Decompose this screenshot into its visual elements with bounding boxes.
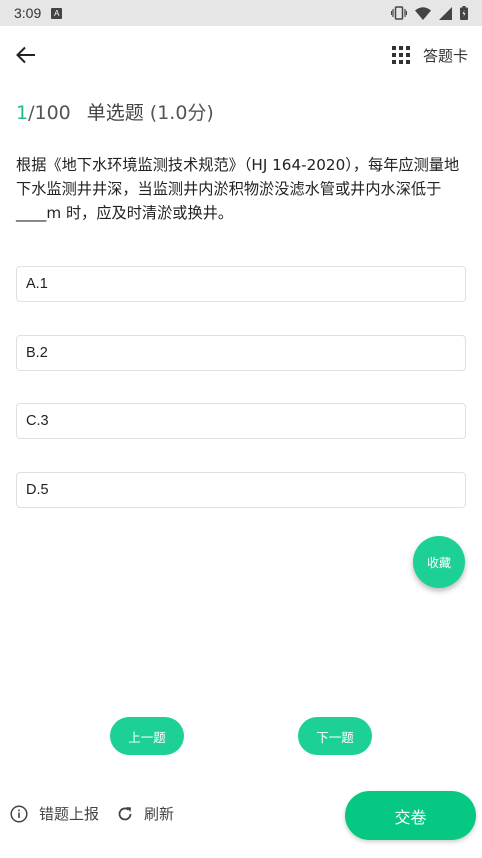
- question-current-number: 1: [16, 102, 29, 124]
- refresh-icon: [117, 806, 144, 822]
- bottom-actions: 错题上报 刷新: [10, 803, 174, 824]
- question-score: (1.0分): [149, 102, 214, 124]
- wifi-icon: [415, 6, 431, 20]
- info-icon: [10, 804, 39, 823]
- option-c[interactable]: C.3: [16, 403, 466, 439]
- option-d[interactable]: D.5: [16, 472, 466, 508]
- vibrate-icon: [391, 6, 407, 20]
- prev-question-button[interactable]: 上一题: [110, 717, 184, 755]
- refresh-button[interactable]: 刷新: [117, 803, 174, 824]
- report-error-button[interactable]: 错题上报: [10, 803, 99, 824]
- question-type: 单选题: [86, 102, 144, 124]
- refresh-label: 刷新: [144, 805, 175, 823]
- signal-icon: [439, 6, 452, 20]
- favorite-button[interactable]: 收藏: [413, 536, 465, 588]
- answer-card-label: 答题卡: [422, 46, 468, 65]
- back-arrow-icon[interactable]: [14, 43, 38, 67]
- status-bar: 3:09 A: [0, 0, 482, 26]
- notification-a-icon: A: [51, 7, 63, 19]
- grid-icon: [391, 46, 410, 64]
- next-question-button[interactable]: 下一题: [298, 717, 372, 755]
- submit-exam-button[interactable]: 交卷: [345, 791, 476, 840]
- answer-card-button[interactable]: 答题卡: [391, 45, 468, 66]
- status-time: 3:09: [14, 5, 42, 21]
- top-bar: 答题卡: [0, 26, 482, 84]
- question-total: /100: [28, 102, 71, 124]
- option-a[interactable]: A.1: [16, 266, 466, 302]
- question-text: 根据《地下水环境监测技术规范》（HJ 164-2020），每年应测量地下水监测井…: [16, 156, 460, 222]
- question-header: 1 /100 单选题 (1.0分): [16, 98, 214, 125]
- battery-icon: [460, 6, 468, 20]
- status-icons: [391, 6, 468, 20]
- option-b[interactable]: B.2: [16, 335, 466, 371]
- report-error-label: 错题上报: [39, 805, 100, 823]
